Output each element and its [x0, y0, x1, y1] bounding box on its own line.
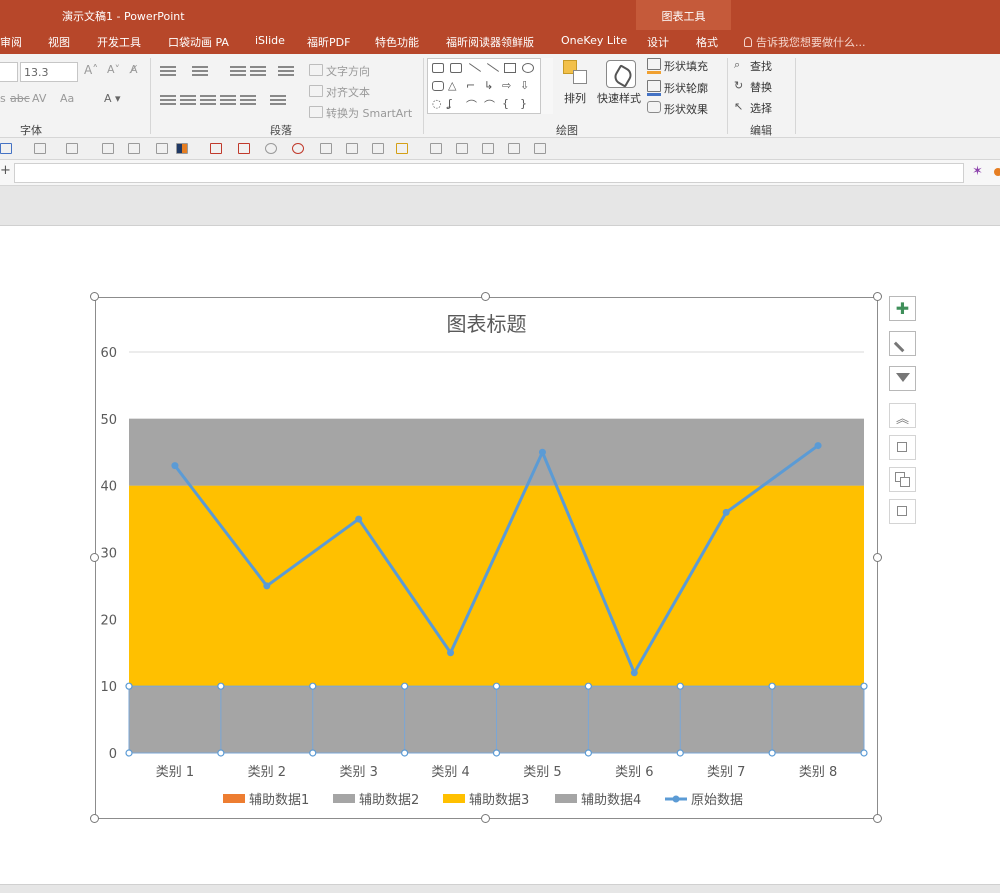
- x-tick-label-7: 类别 7: [707, 765, 745, 780]
- y-tick-label-20: 20: [100, 613, 117, 628]
- tab-format[interactable]: 格式: [696, 34, 718, 50]
- center-box-icon: [897, 442, 907, 452]
- layers-icon-front: [900, 477, 910, 487]
- chart-styles-button[interactable]: [889, 331, 916, 356]
- data-point-5: [538, 448, 546, 456]
- layer-tool-button[interactable]: [889, 467, 916, 492]
- band-selection-handle: [217, 749, 225, 757]
- band-selection-handle: [676, 749, 684, 757]
- band-selection-handle: [125, 749, 133, 757]
- legend-swatch-3: [443, 794, 465, 803]
- band-selection-handle: [860, 749, 868, 757]
- x-tick-label-5: 类别 5: [523, 765, 561, 780]
- plus-icon: ✚: [895, 299, 910, 318]
- legend-label-3: 辅助数据3: [469, 793, 529, 808]
- legend-swatch-1: [223, 794, 245, 803]
- x-tick-label-3: 类别 3: [339, 765, 377, 780]
- band-selection-handle: [768, 749, 776, 757]
- x-tick-label-8: 类别 8: [799, 765, 837, 780]
- data-point-6: [630, 669, 638, 677]
- band-selection-handle: [860, 682, 868, 690]
- collapse-button[interactable]: ︽: [889, 403, 916, 428]
- x-tick-label-6: 类别 6: [615, 765, 653, 780]
- x-tick-label-4: 类别 4: [431, 765, 469, 780]
- band-selection-handle: [401, 749, 409, 757]
- band-selection-handle: [309, 749, 317, 757]
- band-selection-handle: [217, 682, 225, 690]
- legend-label-4: 辅助数据4: [581, 793, 641, 808]
- area-band-4: [129, 418, 864, 486]
- band-selection-handle: [492, 682, 501, 690]
- data-point-4: [447, 649, 455, 657]
- data-point-7: [722, 508, 730, 516]
- band-selection-handle: [768, 682, 776, 690]
- resize-arrow-icon: [897, 506, 907, 516]
- band-selection-handle: [309, 682, 317, 690]
- legend-label-2: 辅助数据2: [359, 793, 419, 808]
- chart-filters-button[interactable]: [889, 366, 916, 391]
- data-point-2: [263, 582, 271, 590]
- chart-elements-button[interactable]: ✚: [889, 296, 916, 321]
- data-point-3: [355, 515, 363, 523]
- tab-design[interactable]: 设计: [647, 34, 669, 50]
- align-center-tool-button[interactable]: [889, 435, 916, 460]
- band-selection-handle: [125, 682, 133, 690]
- x-tick-label-1: 类别 1: [156, 765, 194, 780]
- band-selection-handle: [492, 749, 501, 757]
- y-tick-label-0: 0: [109, 747, 117, 762]
- legend-swatch-4: [555, 794, 577, 803]
- area-band-3: [129, 485, 864, 687]
- legend-swatch-marker: [672, 795, 680, 803]
- data-point-8: [814, 442, 822, 450]
- resize-tool-button[interactable]: [889, 499, 916, 524]
- chart-plot: 0 10 20 30 40 50 60 类别 1 类别 2 类别 3 类别 4 类别 5 类别 6 类别 …: [100, 346, 868, 808]
- paintbrush-icon: [893, 333, 913, 353]
- band-selection-handle: [584, 749, 592, 757]
- y-tick-label-10: 10: [100, 680, 117, 695]
- y-tick-label-40: 40: [100, 480, 117, 495]
- filter-icon: [896, 373, 910, 382]
- data-point-1: [171, 462, 179, 470]
- band-selection-handle: [584, 682, 592, 690]
- x-tick-label-2: 类别 2: [248, 765, 286, 780]
- legend-label-5: 原始数据: [691, 793, 743, 808]
- chevron-up-icon: ︽: [895, 412, 909, 427]
- y-tick-label-30: 30: [100, 547, 117, 562]
- band-selection-handle: [401, 682, 409, 690]
- y-tick-label-60: 60: [100, 346, 117, 361]
- legend-label-1: 辅助数据1: [249, 793, 309, 808]
- legend-swatch-2: [333, 794, 355, 803]
- band-selection-handle: [676, 682, 684, 690]
- y-tick-label-50: 50: [100, 413, 117, 428]
